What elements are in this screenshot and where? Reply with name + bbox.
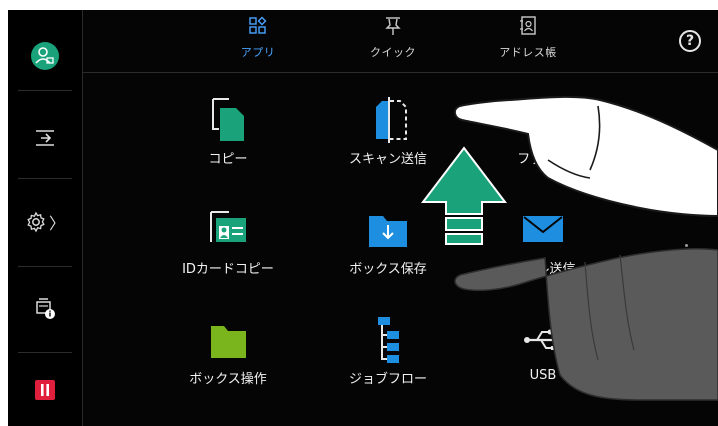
tab-quick[interactable]: クイック — [338, 16, 448, 68]
address-book-icon — [520, 16, 536, 35]
quick-pin-icon — [385, 17, 401, 35]
pause-button[interactable] — [8, 372, 82, 408]
app-box-save-label: ボックス保存 — [349, 262, 427, 277]
tab-address-book-label: アドレス帳 — [499, 46, 557, 59]
app-box-operation-label: ボックス操作 — [189, 372, 267, 387]
box-operation-icon — [211, 326, 246, 358]
app-fax-label: ファクス — [517, 152, 569, 167]
job-flow-icon — [378, 317, 399, 363]
email-send-icon — [523, 216, 563, 242]
app-copy-label: コピー — [208, 152, 248, 167]
app-fax[interactable]: ファクス — [468, 96, 618, 186]
device-info-icon — [36, 298, 55, 319]
app-scan-send-label: スキャン送信 — [348, 152, 427, 167]
tab-apps-label: アプリ — [240, 46, 276, 59]
page-indicator-dot — [685, 244, 688, 247]
app-scan-send[interactable]: スキャン送信 — [313, 96, 463, 186]
settings-gear-icon — [27, 211, 45, 233]
sidebar-divider — [18, 352, 72, 353]
tab-quick-label: クイック — [370, 46, 416, 59]
sidebar-divider — [18, 178, 72, 179]
fax-icon — [523, 103, 560, 135]
app-email-send[interactable]: メール送信 — [468, 206, 618, 296]
app-box-operation[interactable]: ボックス操作 — [153, 316, 303, 406]
sidebar-divider — [18, 266, 72, 267]
page-indicator-dot — [685, 252, 688, 255]
touch-panel-screen: 〉 アプリ クイック アドレス帳 ? コピー スキャン送信 ファクス IDカード… — [8, 10, 718, 426]
login-button[interactable] — [8, 38, 82, 74]
tab-address-book[interactable]: アドレス帳 — [473, 16, 583, 68]
id-card-copy-icon — [210, 211, 246, 242]
tab-apps[interactable]: アプリ — [203, 16, 313, 68]
job-in-icon — [36, 130, 54, 146]
sidebar-divider — [18, 90, 72, 91]
app-job-flow[interactable]: ジョブフロー — [313, 316, 463, 406]
help-icon: ? — [685, 33, 695, 49]
box-save-icon — [369, 216, 407, 247]
top-tab-bar: アプリ クイック アドレス帳 ? — [83, 10, 718, 73]
scan-send-icon — [376, 97, 407, 143]
device-info-button[interactable] — [8, 290, 82, 326]
copy-icon — [212, 98, 244, 141]
help-button[interactable]: ? — [679, 30, 701, 52]
user-login-icon — [31, 42, 59, 70]
job-status-button[interactable] — [8, 120, 82, 156]
app-box-save[interactable]: ボックス保存 — [313, 206, 463, 296]
sidebar: 〉 — [8, 10, 83, 426]
app-email-send-label: メール送信 — [510, 262, 576, 277]
apps-grid-icon — [249, 16, 267, 34]
settings-button[interactable]: 〉 — [8, 204, 82, 240]
app-copy[interactable]: コピー — [153, 96, 303, 186]
app-usb-label: USB — [529, 368, 557, 383]
chevron-right-icon: 〉 — [48, 214, 65, 233]
app-usb[interactable]: USB — [468, 316, 618, 406]
app-id-card-copy[interactable]: IDカードコピー — [153, 206, 303, 296]
pause-icon — [35, 380, 55, 400]
usb-icon — [524, 329, 564, 350]
app-job-flow-label: ジョブフロー — [348, 372, 427, 387]
app-id-card-copy-label: IDカードコピー — [182, 262, 274, 277]
